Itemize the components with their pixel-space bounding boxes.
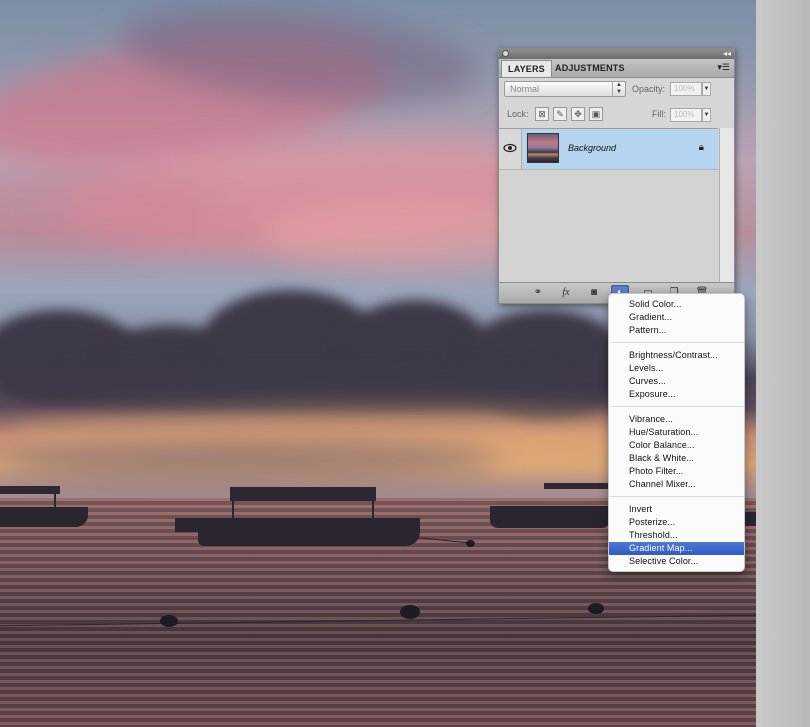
menu-separator [610, 342, 744, 343]
menu-item[interactable]: Photo Filter... [609, 465, 744, 478]
menu-item[interactable]: Curves... [609, 375, 744, 388]
lock-label: Lock: [507, 109, 529, 119]
layer-selected-background[interactable]: Background 🔒︎ [523, 129, 718, 169]
lock-icon: 🔒︎ [698, 142, 704, 153]
menu-item[interactable]: Solid Color... [609, 298, 744, 311]
buoy [466, 540, 475, 547]
boat-hull [490, 506, 610, 528]
fill-label: Fill: [652, 109, 666, 119]
tab-adjustments[interactable]: ADJUSTMENTS [549, 60, 631, 77]
layer-row[interactable]: Background 🔒︎ [499, 129, 718, 170]
menu-item[interactable]: Color Balance... [609, 439, 744, 452]
buoy [160, 615, 178, 627]
boat-hull [198, 518, 420, 546]
fill-field[interactable]: 100% [670, 108, 702, 122]
fill-dropdown-arrow[interactable]: ▼ [702, 108, 711, 122]
blend-mode-select[interactable]: Normal ▲ ▼ [504, 81, 626, 97]
buoy [588, 603, 604, 614]
layers-scrollbar[interactable] [719, 128, 734, 282]
boat-motor [175, 518, 203, 532]
horizon-cloud [0, 440, 500, 480]
eye-icon[interactable] [499, 129, 522, 169]
link-layers-icon[interactable]: ⚭ [529, 285, 547, 300]
workspace-background [756, 0, 810, 727]
dark-cloud [0, 360, 620, 410]
menu-item[interactable]: Hue/Saturation... [609, 426, 744, 439]
menu-item[interactable]: Gradient... [609, 311, 744, 324]
lock-all-icon[interactable]: ▣ [589, 107, 603, 121]
tab-layers[interactable]: LAYERS [501, 60, 552, 77]
menu-item[interactable]: Threshold... [609, 529, 744, 542]
lock-row: Lock: ⊠ ✎ ✥ ▣ Fill: 100% ▼ [499, 107, 734, 123]
opacity-label: Opacity: [632, 84, 666, 94]
updown-arrows-icon: ▲ ▼ [612, 82, 625, 96]
lock-position-icon[interactable]: ✥ [571, 107, 585, 121]
boat-pole [54, 494, 56, 508]
close-icon[interactable] [502, 50, 509, 57]
fx-icon[interactable]: fx [557, 285, 575, 300]
menu-item[interactable]: Channel Mixer... [609, 478, 744, 491]
menu-item[interactable]: Exposure... [609, 388, 744, 401]
menu-separator [610, 496, 744, 497]
layer-thumbnail [527, 133, 559, 163]
boat-roof [230, 487, 376, 501]
menu-item[interactable]: Pattern... [609, 324, 744, 337]
buoy [400, 605, 420, 619]
menu-item[interactable]: Selective Color... [609, 555, 744, 568]
lock-transparent-pixels-icon[interactable]: ⊠ [535, 107, 549, 121]
boat-pole [372, 500, 374, 520]
opacity-field[interactable]: 100% [670, 82, 702, 96]
menu-item[interactable]: Posterize... [609, 516, 744, 529]
menu-item[interactable]: Invert [609, 503, 744, 516]
opacity-dropdown-arrow[interactable]: ▼ [702, 82, 711, 96]
lock-image-pixels-icon[interactable]: ✎ [553, 107, 567, 121]
boat-hull [0, 507, 88, 527]
menu-item[interactable]: Brightness/Contrast... [609, 349, 744, 362]
layer-name: Background [568, 143, 617, 153]
adjustment-layer-menu: Solid Color... Gradient... Pattern... Br… [608, 293, 745, 572]
layers-panel: ◂◂ LAYERS ADJUSTMENTS ▾☰ Normal ▲ ▼ Opaci… [498, 48, 735, 304]
menu-item-highlighted[interactable]: Gradient Map... [609, 542, 744, 555]
panel-tabs: LAYERS ADJUSTMENTS ▾☰ [499, 59, 734, 78]
menu-item[interactable]: Levels... [609, 362, 744, 375]
blend-mode-value: Normal [510, 84, 540, 94]
panel-titlebar[interactable]: ◂◂ [499, 49, 734, 59]
boat-pole [232, 500, 234, 520]
boat-roof [0, 486, 60, 494]
add-mask-icon[interactable]: ◙ [585, 285, 603, 300]
layers-list: Background 🔒︎ [499, 128, 718, 283]
menu-separator [610, 406, 744, 407]
menu-item[interactable]: Vibrance... [609, 413, 744, 426]
menu-item[interactable]: Black & White... [609, 452, 744, 465]
collapse-icon[interactable]: ◂◂ [723, 49, 731, 59]
panel-menu-icon[interactable]: ▾☰ [717, 62, 730, 73]
blend-row: Normal ▲ ▼ Opacity: 100% ▼ [499, 80, 734, 98]
boat-roof [544, 483, 614, 489]
